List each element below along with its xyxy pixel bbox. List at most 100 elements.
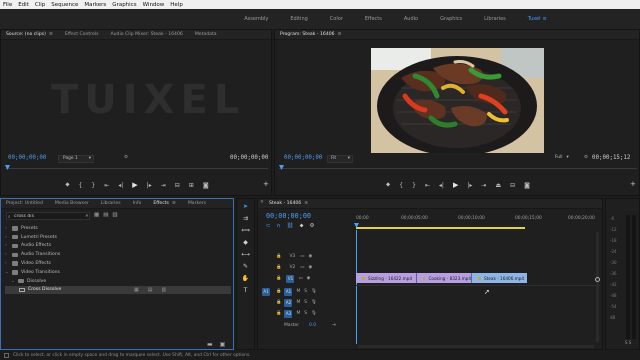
program-timecode[interactable]: 00;00;00;00 — [284, 155, 322, 161]
go-to-in-icon[interactable]: ⇤ — [425, 182, 430, 189]
clip-steak[interactable]: Steak - 16406.mp4 — [471, 273, 527, 283]
step-back-icon[interactable]: ◂| — [118, 182, 123, 189]
lock-icon[interactable]: 🔒 — [276, 311, 281, 316]
eye-icon[interactable]: ◉ — [308, 254, 312, 259]
expand-arrow-icon[interactable]: › — [5, 243, 9, 248]
mark-out-icon[interactable]: } — [91, 182, 95, 189]
accelerated-effects-icon[interactable]: ▦ — [94, 212, 99, 218]
track-area[interactable]: Sizzling - 16422.mp4 Cooking - 8323.mp4 … — [356, 230, 600, 344]
solo-button[interactable]: S — [304, 289, 307, 294]
hand-tool-icon[interactable]: ✋ — [241, 274, 250, 283]
workspace-effects[interactable]: Effects — [354, 16, 393, 22]
clip-cooking[interactable]: Cooking - 8323.mp4 — [416, 273, 471, 283]
solo-buttons[interactable]: S S — [625, 340, 631, 345]
tab-markers[interactable]: Markers — [188, 201, 206, 206]
solo-button[interactable]: S — [304, 300, 307, 305]
tree-item-presets[interactable]: › Presets — [5, 224, 231, 233]
yuv-effects-icon[interactable]: ▥ — [112, 212, 117, 218]
add-button-icon[interactable]: + — [630, 180, 636, 188]
wrench-icon[interactable]: ⚙ — [309, 223, 314, 230]
source-patch-a1[interactable]: A1 — [262, 287, 270, 296]
slip-tool-icon[interactable]: ⟷ — [241, 250, 250, 259]
scroll-handle[interactable] — [595, 277, 600, 282]
expand-arrow-icon[interactable]: › — [5, 252, 9, 257]
wrench-icon[interactable]: ⚙ — [584, 155, 588, 160]
wrench-icon[interactable]: ⚙ — [124, 155, 128, 160]
workspace-libraries[interactable]: Libraries — [473, 16, 517, 22]
overwrite-icon[interactable]: ⊞ — [189, 182, 194, 189]
timeline-timecode[interactable]: 00;00;00;00 — [266, 212, 311, 220]
search-input[interactable] — [14, 213, 80, 219]
insert-icon[interactable]: ⊟ — [175, 182, 180, 189]
program-scrubber[interactable] — [279, 168, 637, 169]
linked-selection-icon[interactable]: ⛓ — [287, 223, 294, 230]
add-marker-icon[interactable]: ⬥ — [65, 181, 69, 189]
tab-audio-clip-mixer[interactable]: Audio Clip Mixer: Steak - 16406 — [111, 32, 183, 37]
tree-item-dissolve[interactable]: ⌄ Dissolve — [5, 277, 231, 286]
hamburger-menu-icon[interactable]: ≡ — [543, 16, 547, 22]
play-icon[interactable]: ▶ — [132, 181, 137, 189]
workspace-color[interactable]: Color — [319, 16, 354, 22]
expand-arrow-icon[interactable]: › — [5, 226, 9, 231]
lock-icon[interactable]: 🔒 — [276, 289, 281, 294]
tree-item-audio-effects[interactable]: › Audio Effects — [5, 242, 231, 251]
go-to-out-icon[interactable]: ⇥ — [481, 182, 486, 189]
add-button-icon[interactable]: + — [263, 180, 269, 188]
lock-icon[interactable]: 🔒 — [276, 276, 281, 281]
tree-item-cross-dissolve[interactable]: Cross Dissolve ▦ ▤ ▥ — [5, 285, 231, 295]
tree-item-video-effects[interactable]: › Video Effects — [5, 259, 231, 268]
magnet-snap-icon[interactable]: ∩ — [277, 223, 281, 230]
eye-icon[interactable]: ◉ — [308, 265, 312, 270]
extract-icon[interactable]: ⊟ — [510, 182, 515, 189]
tab-sequence[interactable]: Steak - 16406 ≡ — [269, 201, 308, 206]
menu-markers[interactable]: Markers — [84, 2, 106, 8]
clip-sizzling[interactable]: Sizzling - 16422.mp4 — [356, 273, 416, 283]
track-target-a3[interactable]: A3 — [284, 309, 293, 318]
eye-icon[interactable]: ◉ — [307, 276, 311, 281]
panel-menu-icon[interactable]: ≡ — [338, 32, 342, 37]
sync-lock-icon[interactable]: ▭ — [300, 254, 304, 259]
tree-item-audio-transitions[interactable]: › Audio Transitions — [5, 250, 231, 259]
menu-edit[interactable]: Edit — [18, 2, 29, 8]
menu-sequence[interactable]: Sequence — [51, 2, 78, 8]
workspace-assembly[interactable]: Assembly — [233, 16, 279, 22]
menu-clip[interactable]: Clip — [35, 2, 45, 8]
type-tool-icon[interactable]: T — [241, 286, 250, 295]
microphone-icon[interactable]: 🎙 — [311, 289, 317, 294]
new-bin-icon[interactable]: ▬ — [207, 341, 213, 348]
lock-icon[interactable]: 🔒 — [276, 254, 281, 259]
solo-button[interactable]: S — [304, 311, 307, 316]
play-icon[interactable]: ▶ — [453, 181, 458, 189]
close-tab-icon[interactable]: ✕ — [260, 200, 264, 205]
mark-in-icon[interactable]: { — [399, 182, 403, 189]
track-target-a1[interactable]: A1 — [284, 287, 293, 296]
quality-select[interactable]: Full ▾ — [555, 155, 577, 163]
menu-file[interactable]: File — [3, 2, 12, 8]
mute-button[interactable]: M — [296, 311, 300, 316]
source-timecode[interactable]: 00;00;00;00 — [8, 155, 46, 161]
microphone-icon[interactable]: 🎙 — [311, 311, 317, 316]
lock-icon[interactable]: 🔒 — [276, 300, 281, 305]
add-marker-icon[interactable]: ⬥ — [300, 223, 304, 230]
tree-item-lumetri-presets[interactable]: › Lumetri Presets — [5, 233, 231, 242]
mark-out-icon[interactable]: } — [412, 182, 416, 189]
track-select-tool-icon[interactable]: ⇉ — [241, 214, 250, 223]
fit-select[interactable]: Fit ▾ — [327, 155, 353, 163]
razor-tool-icon[interactable]: ◆ — [241, 238, 250, 247]
microphone-icon[interactable]: 🎙 — [311, 300, 317, 305]
go-to-out-icon[interactable]: ⇥ — [161, 182, 166, 189]
panel-menu-icon[interactable]: ≡ — [304, 201, 308, 206]
tab-effects[interactable]: Effects ≡ — [153, 201, 175, 206]
panel-menu-icon[interactable]: ≡ — [49, 32, 53, 37]
tab-info[interactable]: Info — [133, 201, 142, 206]
tree-item-video-transitions[interactable]: ⌄ Video Transitions — [5, 268, 231, 277]
new-item-icon[interactable]: ▣ — [220, 341, 226, 348]
tab-program[interactable]: Program: Steak - 16406 ≡ — [280, 32, 341, 37]
expand-arrow-icon[interactable]: › — [5, 261, 9, 266]
go-to-end-icon[interactable]: ⇥ — [332, 323, 336, 328]
expand-arrow-icon[interactable]: › — [5, 235, 9, 240]
workspace-graphics[interactable]: Graphics — [429, 16, 473, 22]
mark-in-icon[interactable]: { — [79, 182, 83, 189]
add-marker-icon[interactable]: ⬥ — [386, 181, 390, 189]
mute-button[interactable]: M — [296, 289, 300, 294]
